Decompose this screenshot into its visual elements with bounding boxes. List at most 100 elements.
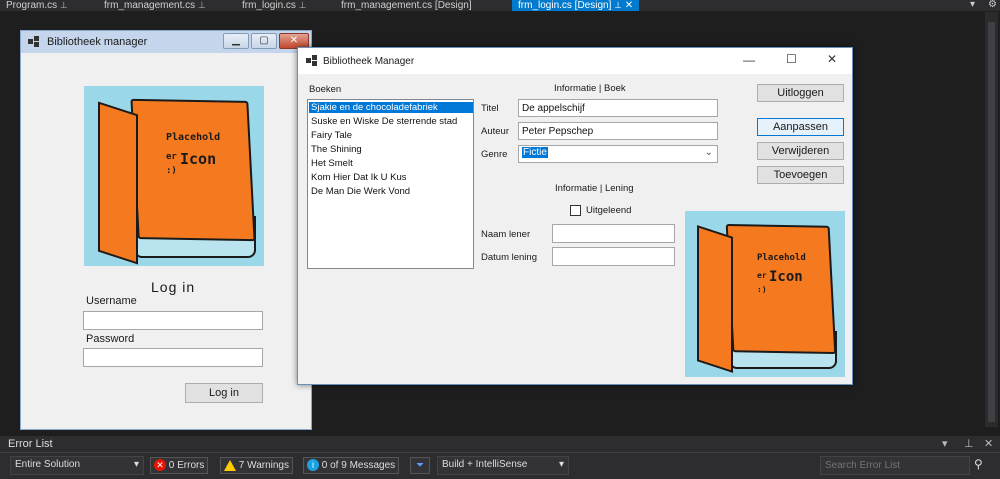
tab-label: Program.cs bbox=[6, 0, 58, 11]
filter-icon[interactable]: ⏷ bbox=[410, 457, 430, 474]
tab-frm-login-design[interactable]: frm_login.cs [Design] ⊥ ✕ bbox=[512, 0, 640, 11]
chevron-down-icon: ▾ bbox=[133, 459, 139, 470]
book-spine bbox=[98, 101, 138, 265]
maximize-button[interactable]: ☐ bbox=[786, 52, 797, 66]
messages-filter-button[interactable]: i 0 of 9 Messages bbox=[303, 457, 400, 474]
close-icon[interactable]: ✕ bbox=[625, 0, 633, 11]
main-window-titlebar: Bibliotheek Manager — ☐ ✕ bbox=[298, 48, 852, 74]
warnings-count: 7 Warnings bbox=[238, 460, 289, 471]
tab-label: frm_login.cs bbox=[242, 0, 296, 11]
login-window-titlebar: Bibliotheek manager ▁ ▢ ✕ bbox=[21, 31, 311, 53]
info-icon: i bbox=[307, 459, 319, 472]
error-list-header: Error List ▾ ⊥ ✕ bbox=[0, 436, 1000, 452]
login-window: Bibliotheek manager ▁ ▢ ✕ Placehold er I… bbox=[20, 30, 312, 430]
login-window-title: Bibliotheek manager bbox=[47, 36, 148, 48]
placeholder-image: Placehold er Icon :) bbox=[84, 86, 264, 266]
author-label: Auteur bbox=[481, 126, 509, 137]
errors-filter-button[interactable]: ✕ 0 Errors bbox=[150, 457, 209, 474]
search-error-list-input[interactable] bbox=[820, 456, 970, 475]
close-button[interactable]: ✕ bbox=[827, 52, 837, 66]
pin-icon[interactable]: ⊥ bbox=[964, 437, 974, 450]
book-cover bbox=[130, 98, 256, 242]
tab-frm-management-cs[interactable]: frm_management.cs ⊥ bbox=[98, 0, 212, 11]
title-input[interactable] bbox=[518, 99, 718, 117]
login-button[interactable]: Log in bbox=[185, 383, 263, 403]
warning-icon bbox=[224, 459, 236, 471]
pin-icon[interactable]: ⊥ bbox=[198, 0, 206, 10]
info-loan-header: Informatie | Lening bbox=[555, 183, 634, 194]
books-label: Boeken bbox=[309, 84, 342, 95]
pin-icon[interactable]: ⊥ bbox=[60, 0, 68, 10]
scrollbar-thumb[interactable] bbox=[988, 22, 995, 422]
maximize-button[interactable]: ▢ bbox=[251, 33, 277, 49]
delete-button[interactable]: Verwijderen bbox=[757, 142, 844, 160]
password-input[interactable] bbox=[83, 348, 263, 367]
list-item[interactable]: De Man Die Werk Vond bbox=[309, 186, 473, 197]
genre-select[interactable]: Fictie ⌄ bbox=[518, 145, 718, 163]
build-filter-select[interactable]: Build + IntelliSense ▾ bbox=[437, 456, 569, 475]
scope-select[interactable]: Entire Solution ▾ bbox=[10, 456, 144, 475]
minimize-button[interactable]: ▁ bbox=[223, 33, 249, 49]
dropdown-icon[interactable]: ▾ bbox=[942, 437, 948, 450]
lent-checkbox-label: Uitgeleend bbox=[586, 205, 632, 216]
list-item[interactable]: Sjakie en de chocoladefabriek bbox=[309, 102, 473, 113]
settings-icon[interactable]: ⚙ bbox=[988, 0, 997, 10]
build-filter-value: Build + IntelliSense bbox=[442, 459, 528, 470]
dropdown-icon[interactable]: ▾ bbox=[970, 0, 975, 10]
login-heading: Log in bbox=[151, 279, 196, 295]
logout-button[interactable]: Uitloggen bbox=[757, 84, 844, 102]
genre-value: Fictie bbox=[522, 147, 548, 158]
book-spine bbox=[697, 225, 733, 373]
pin-icon[interactable]: ⊥ bbox=[614, 0, 622, 10]
scope-value: Entire Solution bbox=[15, 459, 81, 470]
info-book-header: Informatie | Boek bbox=[554, 83, 626, 94]
list-item[interactable]: Suske en Wiske De sterrende stad bbox=[309, 116, 473, 127]
tab-label: frm_management.cs [Design] bbox=[341, 0, 472, 11]
pin-icon[interactable]: ⊥ bbox=[299, 0, 307, 10]
messages-count: 0 of 9 Messages bbox=[321, 460, 396, 471]
loan-date-label: Datum lening bbox=[481, 252, 537, 263]
main-window: Bibliotheek Manager — ☐ ✕ Boeken Sjakie … bbox=[297, 47, 853, 385]
add-button[interactable]: Toevoegen bbox=[757, 166, 844, 184]
tab-label: frm_management.cs bbox=[104, 0, 196, 11]
tab-frm-management-design[interactable]: frm_management.cs [Design] bbox=[335, 0, 478, 11]
error-list-toolbar: Entire Solution ▾ ✕ 0 Errors 7 Warnings … bbox=[0, 452, 1000, 479]
title-label: Titel bbox=[481, 103, 499, 114]
placeholder-text: er bbox=[757, 271, 767, 280]
username-label: Username bbox=[86, 295, 137, 307]
app-icon bbox=[306, 55, 318, 67]
author-input[interactable] bbox=[518, 122, 718, 140]
search-icon[interactable]: ⚲ bbox=[974, 457, 983, 471]
username-input[interactable] bbox=[83, 311, 263, 330]
error-icon: ✕ bbox=[154, 459, 166, 472]
minimize-button[interactable]: — bbox=[743, 53, 755, 67]
placeholder-text: Icon bbox=[769, 269, 803, 285]
book-cover bbox=[725, 223, 837, 355]
placeholder-image: Placehold er Icon :) bbox=[685, 211, 845, 377]
tab-frm-login-cs[interactable]: frm_login.cs ⊥ bbox=[236, 0, 313, 11]
placeholder-text: er bbox=[166, 152, 177, 162]
tab-program-cs[interactable]: Program.cs ⊥ bbox=[0, 0, 74, 11]
lent-checkbox[interactable] bbox=[570, 205, 581, 216]
list-item[interactable]: Het Smelt bbox=[309, 158, 473, 169]
main-window-title: Bibliotheek Manager bbox=[323, 56, 415, 67]
edit-button[interactable]: Aanpassen bbox=[757, 118, 844, 136]
borrower-input[interactable] bbox=[552, 224, 675, 243]
list-item[interactable]: Kom Hier Dat Ik U Kus bbox=[309, 172, 473, 183]
placeholder-text: Icon bbox=[180, 150, 217, 168]
loan-date-input[interactable] bbox=[552, 247, 675, 266]
tab-label: frm_login.cs [Design] bbox=[518, 0, 612, 11]
chevron-down-icon: ▾ bbox=[558, 459, 564, 470]
warnings-filter-button[interactable]: 7 Warnings bbox=[220, 457, 293, 474]
errors-count: 0 Errors bbox=[168, 460, 205, 471]
ide-tab-bar: Program.cs ⊥ frm_management.cs ⊥ frm_log… bbox=[0, 0, 1000, 11]
password-label: Password bbox=[86, 333, 135, 345]
list-item[interactable]: The Shining bbox=[309, 144, 473, 155]
chevron-down-icon[interactable]: ⌄ bbox=[705, 147, 713, 158]
close-icon[interactable]: ✕ bbox=[984, 437, 993, 450]
placeholder-text: :) bbox=[166, 166, 177, 176]
error-list-title: Error List bbox=[8, 438, 53, 450]
books-listbox[interactable]: Sjakie en de chocoladefabriek Suske en W… bbox=[307, 99, 474, 269]
list-item[interactable]: Fairy Tale bbox=[309, 130, 473, 141]
placeholder-text: Placehold bbox=[757, 253, 806, 263]
